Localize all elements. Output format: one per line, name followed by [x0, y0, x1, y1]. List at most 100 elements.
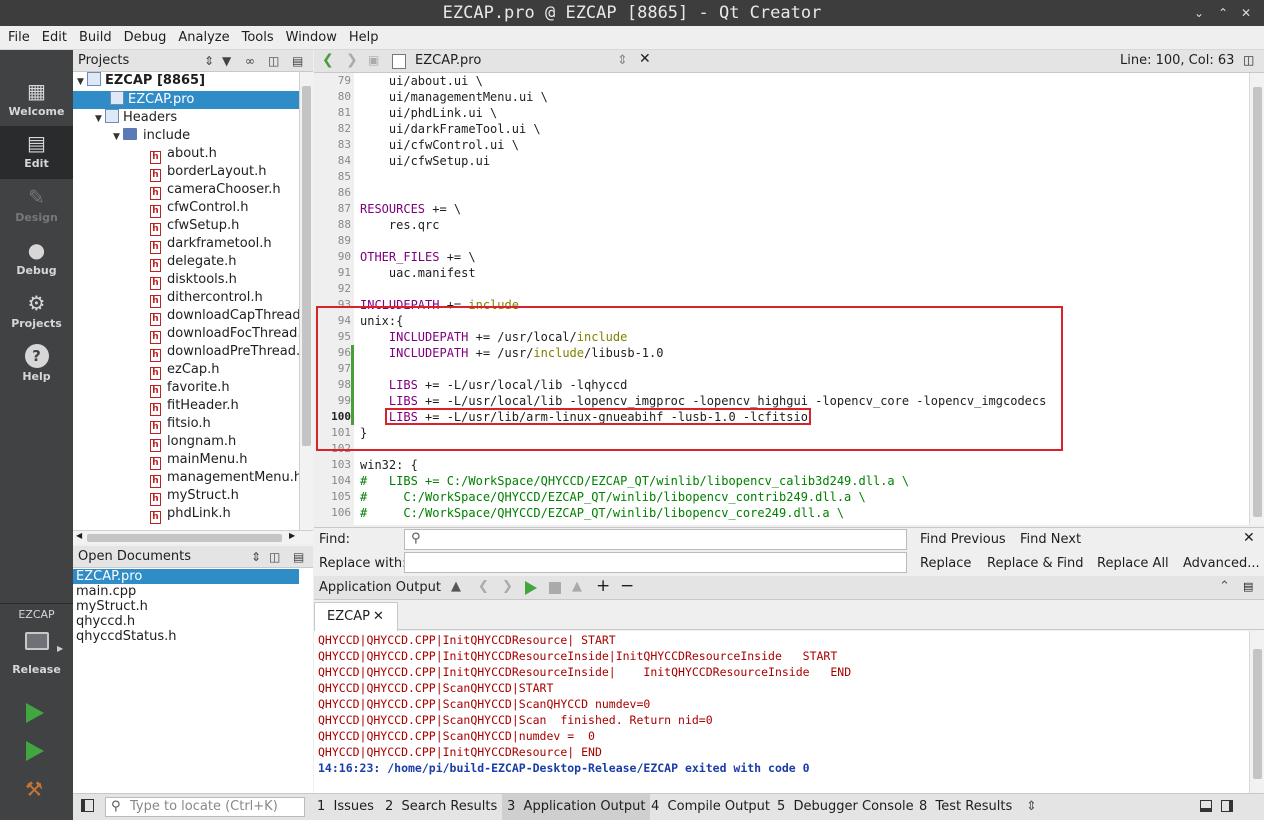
more-tabs-icon[interactable]: ⇕ — [1021, 794, 1042, 820]
find-input[interactable]: ⚲ — [404, 529, 907, 550]
scroll-left-icon[interactable]: ◀ — [76, 531, 82, 540]
status-tab-test-results[interactable]: 8 Test Results — [914, 794, 1017, 820]
tree-file[interactable]: h longnam.h — [150, 433, 236, 452]
tree-file[interactable]: h ezCap.h — [150, 361, 220, 380]
close-icon[interactable]: ✕ — [1241, 0, 1251, 26]
maximize-icon[interactable]: ⌃ — [1218, 0, 1228, 26]
toggle-output-icon[interactable] — [1200, 800, 1212, 812]
tree-item-include[interactable]: ▼ include — [113, 127, 190, 145]
code-editor[interactable]: ui/about.ui \ ui/managementMenu.ui \ ui/… — [354, 73, 1249, 525]
tree-file[interactable]: h about.h — [150, 145, 217, 164]
open-document-item[interactable]: qhyccd.h — [73, 614, 299, 629]
tree-file[interactable]: h fitHeader.h — [150, 397, 239, 416]
link-icon[interactable]: ∞ — [245, 50, 255, 72]
tree-file[interactable]: h downloadPreThread.h — [150, 343, 299, 362]
open-document-item[interactable]: myStruct.h — [73, 599, 299, 614]
toggle-sidebar-icon[interactable] — [81, 799, 94, 812]
menu-file[interactable]: File — [0, 26, 34, 45]
maximize-pane-icon[interactable]: ⌃ — [1219, 579, 1230, 594]
status-tab-issues[interactable]: 1 Issues — [312, 794, 379, 820]
prev-icon[interactable]: ❮ — [478, 579, 489, 594]
menu-help[interactable]: Help — [341, 26, 383, 45]
replace-find-button[interactable]: Replace & Find — [987, 556, 1083, 571]
tree-file[interactable]: h myStruct.h — [150, 487, 239, 506]
tree-file[interactable]: h favorite.h — [150, 379, 230, 398]
tree-file[interactable]: h darkframetool.h — [150, 235, 272, 254]
code-line[interactable]: RESOURCES += \ — [360, 201, 461, 217]
code-line[interactable]: win32: { — [360, 457, 418, 473]
locator-input[interactable]: ⚲ Type to locate (Ctrl+K) — [105, 797, 305, 817]
mode-projects[interactable]: ⚙ Projects — [0, 286, 73, 339]
filter-icon[interactable]: ▼ — [222, 50, 231, 72]
status-tab-search-results[interactable]: 2 Search Results — [380, 794, 502, 820]
app-output-text[interactable]: QHYCCD|QHYCCD.CPP|InitQHYCCDResource| ST… — [314, 631, 1249, 793]
zoom-in-icon[interactable]: + — [596, 576, 610, 596]
back-icon[interactable]: ❮ — [322, 52, 334, 68]
mode-help[interactable]: ? Help — [0, 339, 73, 392]
code-line[interactable]: ui/managementMenu.ui \ — [360, 89, 548, 105]
status-tab-debugger-console[interactable]: 5 Debugger Console — [772, 794, 919, 820]
open-document-item[interactable]: EZCAP.pro — [73, 569, 299, 584]
editor-file-name[interactable]: EZCAP.pro — [415, 53, 481, 68]
code-line[interactable]: ui/about.ui \ — [360, 73, 483, 89]
code-line[interactable]: ui/darkFrameTool.ui \ — [360, 121, 541, 137]
app-output-tab[interactable]: EZCAP ✕ — [314, 602, 398, 631]
scrollbar-thumb[interactable] — [87, 534, 282, 542]
menu-debug[interactable]: Debug — [116, 26, 171, 45]
close-find-icon[interactable]: ✕ — [1243, 530, 1255, 546]
tree-file[interactable]: h downloadFocThread.h — [150, 325, 299, 344]
zoom-out-icon[interactable]: − — [620, 576, 634, 596]
split-icon[interactable]: ◫ — [269, 546, 280, 568]
open-document-item[interactable]: main.cpp — [73, 584, 299, 599]
replace-all-button[interactable]: Replace All — [1097, 556, 1169, 571]
mode-debug[interactable]: ● Debug — [0, 233, 73, 286]
close-tab-icon[interactable]: ✕ — [373, 603, 384, 631]
close-pane-icon[interactable]: ▤ — [293, 546, 304, 568]
tree-file[interactable]: h disktools.h — [150, 271, 237, 290]
file-dropdown-icon[interactable]: ⇕ — [617, 53, 628, 68]
tree-root[interactable]: ▼ EZCAP [8865] — [77, 72, 205, 90]
advanced-button[interactable]: Advanced... — [1183, 556, 1260, 571]
close-pane-icon[interactable]: ▤ — [292, 50, 303, 72]
close-file-icon[interactable]: ✕ — [639, 51, 651, 67]
monitor-icon[interactable] — [25, 632, 49, 650]
menu-tools[interactable]: Tools — [234, 26, 278, 45]
run-icon[interactable] — [26, 703, 44, 723]
status-tab-compile-output[interactable]: 4 Compile Output — [646, 794, 775, 820]
editor-scrollbar[interactable] — [1249, 73, 1264, 525]
forward-icon[interactable]: ❯ — [346, 52, 358, 68]
code-line[interactable]: ui/cfwSetup.ui — [360, 153, 490, 169]
scrollbar-thumb[interactable] — [302, 86, 311, 446]
cursor-position[interactable]: Line: 100, Col: 63 — [1120, 53, 1234, 68]
minimize-icon[interactable]: ⌄ — [1194, 0, 1204, 26]
split-icon[interactable]: ◫ — [268, 50, 279, 72]
tree-file[interactable]: h borderLayout.h — [150, 163, 266, 182]
projects-pane-title[interactable]: Projects — [78, 53, 129, 68]
tree-file[interactable]: h cfwControl.h — [150, 199, 249, 218]
tree-file[interactable]: h managementMenu.h — [150, 469, 299, 488]
tree-file[interactable]: h mainMenu.h — [150, 451, 248, 470]
code-line[interactable]: ui/cfwControl.ui \ — [360, 137, 519, 153]
find-next-button[interactable]: Find Next — [1020, 532, 1081, 547]
replace-input[interactable] — [404, 552, 907, 573]
attach-icon[interactable]: ▲ — [572, 579, 582, 594]
tree-file[interactable]: h fitsio.h — [150, 415, 211, 434]
code-line[interactable]: # C:/WorkSpace/QHYCCD/EZCAP_QT/winlib/li… — [360, 489, 866, 505]
hammer-icon[interactable]: ⚒ — [25, 778, 49, 800]
scrollbar-thumb[interactable] — [1253, 649, 1262, 779]
menu-window[interactable]: Window — [278, 26, 341, 45]
rerun-icon[interactable] — [525, 581, 537, 595]
status-tab-application-output[interactable]: 3 Application Output — [502, 794, 651, 820]
menu-analyze[interactable]: Analyze — [170, 26, 233, 45]
menu-edit[interactable]: Edit — [34, 26, 71, 45]
code-line[interactable]: uac.manifest — [360, 265, 476, 281]
tree-file[interactable]: h phdLink.h — [150, 505, 231, 524]
clean-icon[interactable]: ▲ — [451, 579, 461, 594]
updown-icon[interactable]: ⇕ — [204, 50, 214, 72]
tree-item-pro-file[interactable]: EZCAP.pro — [73, 91, 299, 109]
close-pane-icon[interactable]: ▤ — [1243, 580, 1253, 593]
open-document-item[interactable]: qhyccdStatus.h — [73, 629, 299, 644]
toggle-right-sidebar-icon[interactable] — [1221, 800, 1233, 812]
kit-selector-arrow-icon[interactable]: ▶ — [57, 644, 63, 653]
tree-file[interactable]: h delegate.h — [150, 253, 237, 272]
